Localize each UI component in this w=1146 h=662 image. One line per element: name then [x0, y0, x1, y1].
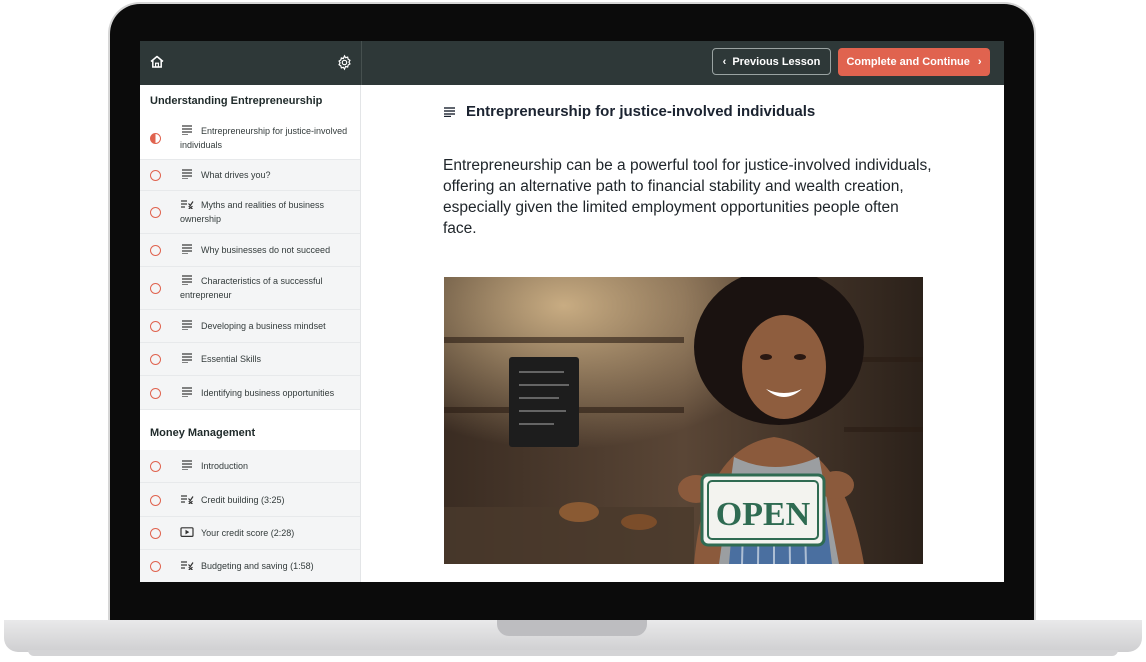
lesson-image: OPEN [444, 277, 923, 564]
lesson-body-text: Entrepreneurship can be a powerful tool … [443, 157, 932, 237]
incomplete-circle-icon [150, 388, 161, 399]
sidebar-lesson-11[interactable]: Your credit score (2:28) [140, 517, 360, 550]
quiz-icon [181, 561, 194, 570]
lesson-label: What drives you? [201, 170, 271, 180]
topbar-divider [361, 41, 362, 85]
text-lines-icon [182, 460, 192, 470]
section-title: Understanding Entrepreneurship [140, 85, 360, 117]
text-lines-icon [182, 244, 192, 254]
lesson-label: Myths and realities of business ownershi… [180, 200, 325, 224]
lesson-label: Your credit score (2:28) [201, 528, 295, 538]
lesson-label: Budgeting and saving (1:58) [201, 561, 314, 571]
quiz-icon [181, 200, 194, 209]
incomplete-circle-icon [150, 561, 161, 572]
sidebar-lesson-5[interactable]: Characteristics of a successful entrepre… [140, 267, 360, 310]
incomplete-circle-icon [150, 461, 161, 472]
course-sidebar: Understanding Entrepreneurship Entrepren… [140, 85, 361, 582]
text-lines-icon [182, 169, 192, 179]
open-sign-text: OPEN [716, 496, 811, 533]
lesson-label: Introduction [201, 461, 249, 471]
lesson-label: Developing a business mindset [201, 321, 326, 331]
sidebar-lesson-4[interactable]: Why businesses do not succeed [140, 234, 360, 267]
home-icon[interactable] [149, 54, 165, 70]
previous-lesson-button[interactable]: ‹ Previous Lesson [712, 48, 831, 75]
previous-lesson-label: Previous Lesson [732, 55, 821, 68]
lesson-label: Entrepreneurship for justice-involved in… [180, 126, 348, 150]
sidebar-lesson-3[interactable]: Myths and realities of business ownershi… [140, 191, 360, 234]
sidebar-lesson-8[interactable]: Identifying business opportunities [140, 376, 360, 410]
text-lines-icon [182, 320, 192, 330]
incomplete-circle-icon [150, 354, 161, 365]
lesson-label: Identifying business opportunities [201, 388, 335, 398]
sidebar-lesson-2[interactable]: What drives you? [140, 160, 360, 191]
lesson-label: Credit building (3:25) [201, 495, 285, 505]
incomplete-circle-icon [150, 321, 161, 332]
progress-half-icon [150, 133, 161, 144]
lesson-label: Why businesses do not succeed [201, 245, 331, 255]
sidebar-lesson-1[interactable]: Entrepreneurship for justice-involved in… [140, 117, 360, 160]
incomplete-circle-icon [150, 245, 161, 256]
laptop-shadow [28, 650, 1118, 656]
sidebar-lesson-7[interactable]: Essential Skills [140, 343, 360, 376]
incomplete-circle-icon [150, 207, 161, 218]
text-lines-icon [182, 125, 192, 135]
lesson-label: Characteristics of a successful entrepre… [180, 276, 323, 300]
lesson-content: Entrepreneurship for justice-involved in… [362, 85, 1004, 582]
chevron-right-icon: › [977, 56, 982, 68]
lesson-title-text: Entrepreneurship for justice-involved in… [466, 103, 816, 120]
lesson-label: Essential Skills [201, 354, 262, 364]
sidebar-lesson-10[interactable]: Credit building (3:25) [140, 483, 360, 517]
quiz-icon [181, 495, 194, 504]
incomplete-circle-icon [150, 170, 161, 181]
incomplete-circle-icon [150, 283, 161, 294]
incomplete-circle-icon [150, 528, 161, 539]
sidebar-lesson-12[interactable]: Budgeting and saving (1:58) [140, 550, 360, 582]
text-lines-icon [182, 353, 192, 363]
section-title: Money Management [140, 410, 360, 450]
gear-icon[interactable] [336, 54, 353, 71]
text-lines-icon [444, 106, 455, 117]
chevron-left-icon: ‹ [722, 55, 727, 68]
text-lines-icon [182, 387, 192, 397]
lesson-title: Entrepreneurship for justice-involved in… [444, 103, 815, 120]
complete-and-continue-button[interactable]: Complete and Continue › [838, 48, 990, 76]
sidebar-lesson-9[interactable]: Introduction [140, 450, 360, 483]
app-screen: ‹ Previous Lesson Complete and Continue … [140, 41, 1004, 582]
complete-and-continue-label: Complete and Continue [846, 56, 970, 68]
text-lines-icon [182, 275, 192, 285]
incomplete-circle-icon [150, 495, 161, 506]
laptop-notch [497, 620, 647, 636]
top-bar: ‹ Previous Lesson Complete and Continue … [140, 41, 1004, 85]
shop-owner-photo: OPEN [444, 277, 923, 564]
sidebar-lesson-6[interactable]: Developing a business mindset [140, 310, 360, 343]
video-icon [180, 527, 194, 537]
